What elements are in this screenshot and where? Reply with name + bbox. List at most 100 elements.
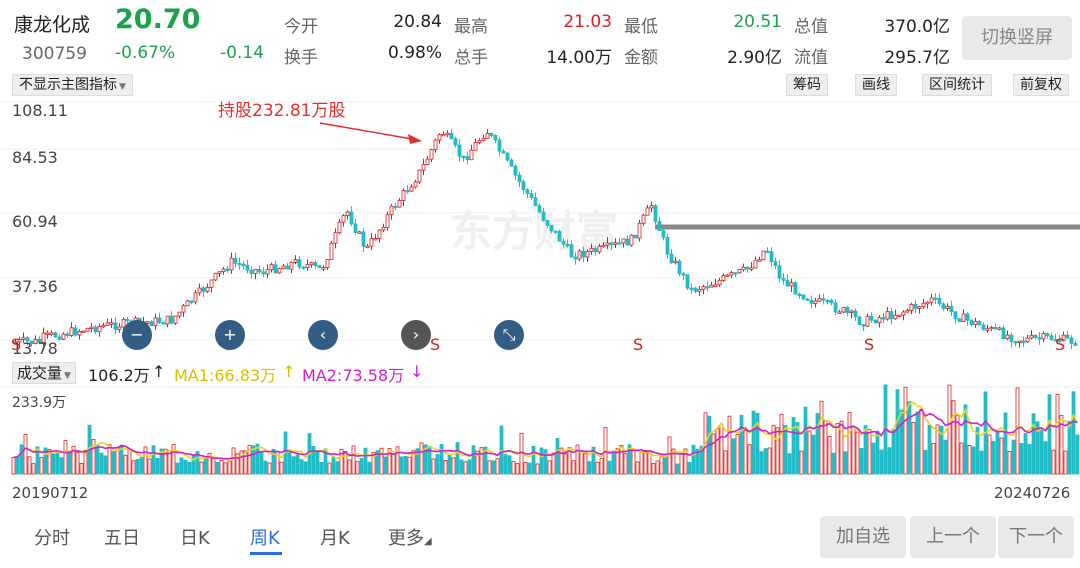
candle-body <box>537 205 542 213</box>
candle-body <box>685 274 690 289</box>
candle-body <box>729 272 734 276</box>
candle-body <box>541 211 546 221</box>
candle-body <box>197 287 202 294</box>
volume-bar <box>511 461 516 475</box>
stock-name: 康龙化成 <box>14 14 91 36</box>
tab-intraday[interactable]: 分时 <box>34 524 70 550</box>
volume-bar <box>27 456 32 475</box>
candle-body <box>669 253 674 264</box>
candle-body <box>261 271 266 275</box>
candle-body <box>801 294 806 300</box>
candle-body <box>485 133 490 139</box>
candle-body <box>965 313 970 321</box>
sell-marker: S <box>633 335 643 354</box>
candle-body <box>493 135 498 141</box>
kline-chart[interactable]: 东方财富 108.1184.5360.9437.3613.78 SSSSSS 持… <box>0 98 1080 360</box>
volume-bar <box>811 434 816 475</box>
volume-bar <box>787 453 792 475</box>
candle-body <box>281 265 286 270</box>
next-period-button[interactable]: › <box>401 320 431 350</box>
prev-period-button[interactable]: ‹ <box>308 320 338 350</box>
candle-body <box>233 257 238 264</box>
candle-body <box>673 260 678 264</box>
volume-bar <box>655 460 660 475</box>
chip-chouma[interactable]: 筹码 <box>786 74 828 96</box>
volume-bar <box>135 459 140 475</box>
chip-range-stats[interactable]: 区间统计 <box>922 74 992 96</box>
volume-bar <box>15 455 20 475</box>
candle-body <box>873 319 878 324</box>
volume-bar <box>331 456 336 475</box>
add-watchlist-button[interactable]: 加自选 <box>820 516 906 558</box>
candle-body <box>1073 343 1078 346</box>
candle-body <box>777 265 782 279</box>
candle-body <box>689 287 694 290</box>
volume-bar <box>347 459 352 475</box>
zoom-in-button[interactable]: + <box>215 320 245 350</box>
volume-bar <box>67 452 72 475</box>
collapse-icon[interactable]: ⤡ <box>494 320 524 350</box>
candle-body <box>245 264 250 271</box>
volume-bar <box>503 454 508 475</box>
volume-bar <box>39 457 44 475</box>
switch-portrait-button[interactable]: 切换竖屏 <box>962 16 1072 60</box>
candle-body <box>393 205 398 209</box>
open-label: 今开 <box>284 17 318 37</box>
volume-bar <box>907 401 912 475</box>
candle-body <box>201 287 206 292</box>
tab-five-day[interactable]: 五日 <box>104 524 140 550</box>
volume-bar <box>139 457 144 475</box>
volume-bar <box>943 439 948 475</box>
volume-bar <box>899 409 904 475</box>
candle-body <box>313 262 318 266</box>
candle-body <box>337 221 342 234</box>
start-date: 20190712 <box>12 484 89 502</box>
candle-body <box>221 268 226 273</box>
tab-daily[interactable]: 日K <box>180 524 210 550</box>
candle-body <box>657 221 662 232</box>
candle-body <box>705 286 710 289</box>
candle-body <box>217 271 222 274</box>
tab-more[interactable]: 更多◢ <box>388 524 432 550</box>
candle-body <box>813 300 818 304</box>
chip-draw-line[interactable]: 画线 <box>855 74 897 96</box>
volume-indicator-select[interactable]: 成交量 ▼ <box>12 362 76 384</box>
turnover-label: 换手 <box>284 48 318 68</box>
candle-body <box>241 263 246 267</box>
previous-stock-button[interactable]: 上一个 <box>910 516 996 558</box>
candle-body <box>473 142 478 151</box>
candle-body <box>597 245 602 253</box>
candle-body <box>349 211 354 225</box>
zoom-out-button[interactable]: − <box>122 320 152 350</box>
candle-body <box>57 336 62 340</box>
indicator-select[interactable]: 不显示主图指标 ▼ <box>12 74 133 96</box>
candle-body <box>981 324 986 330</box>
candle-body <box>553 230 558 233</box>
candle-body <box>885 311 890 320</box>
volume-bar <box>931 443 936 475</box>
candle-body <box>909 304 914 311</box>
volume-bar <box>611 450 616 475</box>
candle-body <box>577 250 582 260</box>
candle-body <box>381 227 386 231</box>
tab-weekly[interactable]: 周K <box>250 524 280 550</box>
candle-body <box>265 269 270 275</box>
candle-body <box>825 299 830 303</box>
volume-bar <box>291 456 296 475</box>
volume-bar <box>599 458 604 475</box>
volume-chart[interactable]: 233.9万 <box>0 384 1080 480</box>
tab-monthly[interactable]: 月K <box>320 524 350 550</box>
volume-bar <box>643 449 648 475</box>
volume-bar <box>1075 434 1080 475</box>
next-stock-button[interactable]: 下一个 <box>998 516 1074 558</box>
float-label: 流值 <box>794 48 828 68</box>
volume-bar <box>971 446 976 475</box>
chip-forward-adjust[interactable]: 前复权 <box>1013 74 1069 96</box>
volume-bar <box>335 461 340 475</box>
annotation-arrow-line <box>319 122 419 141</box>
volume-bar <box>31 463 36 475</box>
volume-bar <box>351 445 356 475</box>
volume-bar <box>759 451 764 475</box>
candle-body <box>93 326 98 333</box>
candle-body <box>153 317 158 327</box>
